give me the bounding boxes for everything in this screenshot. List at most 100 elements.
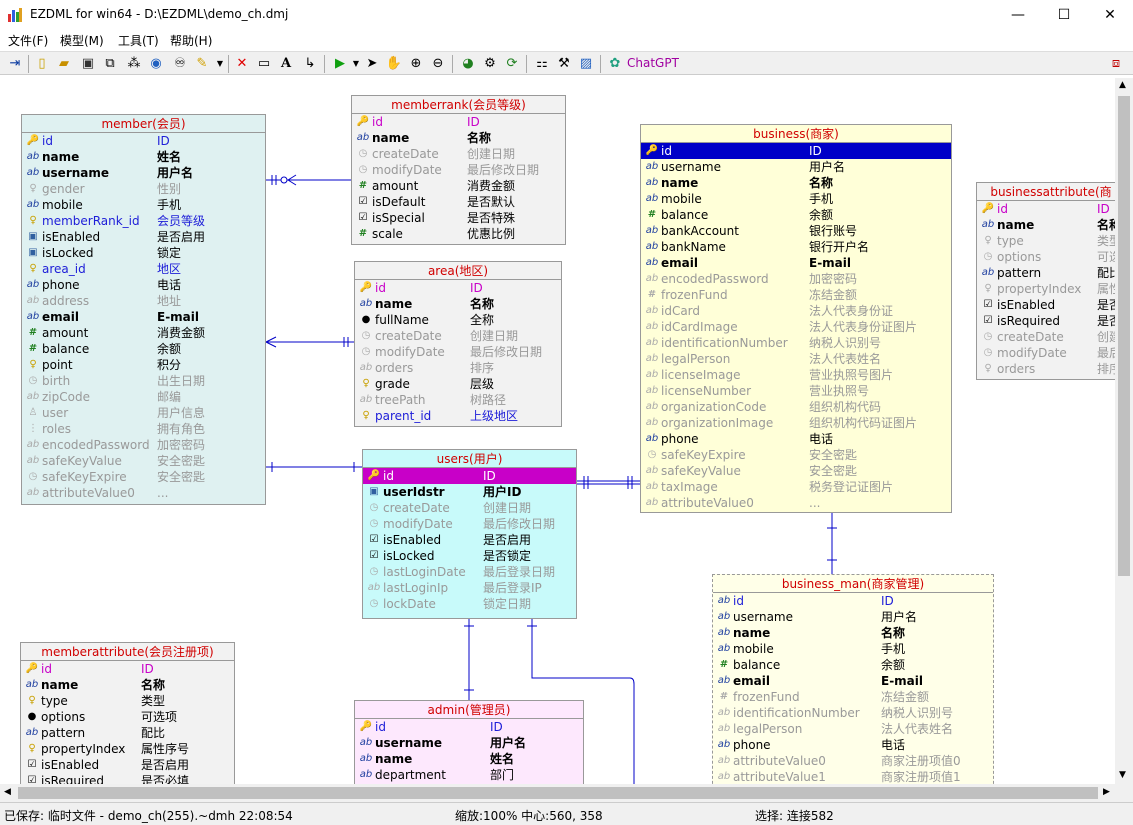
pointer-icon[interactable]: ➤ bbox=[362, 54, 382, 74]
image-icon[interactable]: ▨ bbox=[576, 54, 596, 74]
horizontal-scroll-thumb[interactable] bbox=[18, 787, 1098, 799]
diagram-canvas[interactable]: member(会员) 🔑 id ID ab name 姓名 ab username 用户名 ♀ gen… bbox=[0, 78, 1115, 784]
field-row[interactable]: ◷ options 可选 bbox=[977, 249, 1115, 265]
model-tree-icon[interactable]: ⚏ bbox=[532, 54, 552, 74]
zoom-out-icon[interactable]: ⊖ bbox=[428, 54, 448, 74]
settings-icon[interactable]: ⚒ bbox=[554, 54, 574, 74]
field-row[interactable]: ◷ createDate 创建日期 bbox=[355, 328, 561, 344]
field-row[interactable]: ◷ modifyDate 最后修改日期 bbox=[363, 516, 576, 532]
entity-businessattribute[interactable]: businessattribute(商🔑idIDabname名称♀type类型◷… bbox=[976, 182, 1115, 380]
field-row[interactable]: 🔑 id ID bbox=[21, 661, 234, 677]
field-row[interactable]: ab legalPerson 法人代表姓名 bbox=[641, 351, 951, 367]
field-row[interactable]: ☑ isEnabled 是否启用 bbox=[363, 532, 576, 548]
field-row[interactable]: ab idCardImage 法人代表身份证图片 bbox=[641, 319, 951, 335]
field-row[interactable]: ☑ isEnabled 是否启用 bbox=[21, 757, 234, 773]
field-row[interactable]: ab taxImage 税务登记证图片 bbox=[641, 479, 951, 495]
scroll-left-icon[interactable]: ◀ bbox=[4, 787, 11, 797]
new-file-icon[interactable]: ▯ bbox=[32, 54, 52, 74]
field-row[interactable]: ab username 用户名 bbox=[355, 735, 583, 751]
field-row[interactable]: ◷ modifyDate 最后修改日期 bbox=[352, 162, 565, 178]
menu-model[interactable]: 模型(M) bbox=[60, 32, 104, 49]
field-row[interactable]: # frozenFund 冻结金额 bbox=[641, 287, 951, 303]
field-row[interactable]: ♀ parent_id 上级地区 bbox=[355, 408, 561, 424]
field-row[interactable]: ◷ safeKeyExpire 安全密匙 bbox=[22, 469, 265, 485]
eye-icon[interactable]: ◕ bbox=[458, 54, 478, 74]
text-icon[interactable]: A bbox=[276, 54, 296, 74]
field-row[interactable]: ab id ID bbox=[713, 593, 993, 609]
binoculars-icon[interactable]: ♾ bbox=[170, 54, 190, 74]
scroll-up-icon[interactable]: ▲ bbox=[1119, 80, 1126, 90]
field-row[interactable]: abpattern 配比 bbox=[977, 265, 1115, 281]
field-row[interactable]: ab attributeValue1 商家注册项值1 bbox=[713, 769, 993, 784]
field-row[interactable]: ♀ type 类型 bbox=[21, 693, 234, 709]
field-row[interactable]: ab idCard 法人代表身份证 bbox=[641, 303, 951, 319]
hand-icon[interactable]: ✋ bbox=[384, 54, 404, 74]
field-row[interactable]: ab orders 排序 bbox=[355, 360, 561, 376]
field-row[interactable]: ab legalPerson 法人代表姓名 bbox=[713, 721, 993, 737]
field-row[interactable]: ab treePath 树路径 bbox=[355, 392, 561, 408]
copy-icon[interactable]: ⧉ bbox=[100, 54, 120, 74]
field-row[interactable]: ♀ orders 排序 bbox=[977, 361, 1115, 377]
field-row[interactable]: ☑ isEnabled 是否 bbox=[977, 297, 1115, 313]
field-row[interactable]: ☑ isRequired 是否 bbox=[977, 313, 1115, 329]
entity-admin[interactable]: admin(管理员) 🔑 id ID ab username 用户名 ab name 姓名 ab de… bbox=[354, 700, 584, 784]
field-row[interactable]: ab organizationImage 组织机构代码证图片 bbox=[641, 415, 951, 431]
field-row[interactable]: ♀ grade 层级 bbox=[355, 376, 561, 392]
highlighter-icon[interactable]: ✎ bbox=[192, 54, 212, 74]
entity-memberattribute[interactable]: memberattribute(会员注册项) 🔑 id ID ab name 名称 ♀ type… bbox=[20, 642, 235, 784]
field-row[interactable]: 🔑 id ID bbox=[641, 143, 951, 159]
field-row[interactable]: ab phone 电话 bbox=[713, 737, 993, 753]
field-row[interactable]: ◷ lastLoginDate 最后登录日期 bbox=[363, 564, 576, 580]
entity-users[interactable]: users(用户) 🔑 id ID ▣ userIdstr 用户ID ◷ createDate 创… bbox=[362, 449, 577, 619]
field-row[interactable]: ab name 姓名 bbox=[355, 751, 583, 767]
globe-icon[interactable]: ◉ bbox=[146, 54, 166, 74]
field-row[interactable]: abname 名称 bbox=[355, 296, 561, 312]
field-row[interactable]: ab identificationNumber 纳税人识别号 bbox=[641, 335, 951, 351]
field-row[interactable]: # amount 消费金额 bbox=[352, 178, 565, 194]
zoom-in-icon[interactable]: ⊕ bbox=[406, 54, 426, 74]
scroll-down-icon[interactable]: ▼ bbox=[1119, 770, 1126, 780]
vertical-scroll-thumb[interactable] bbox=[1118, 96, 1130, 576]
field-row[interactable]: ◷ createDate 创建日期 bbox=[363, 500, 576, 516]
field-row[interactable]: ◷ lockDate 锁定日期 bbox=[363, 596, 576, 612]
field-row[interactable]: ab attributeValue0 商家注册项值0 bbox=[713, 753, 993, 769]
field-row[interactable]: ab mobile 手机 bbox=[713, 641, 993, 657]
save-icon[interactable]: ▣ bbox=[78, 54, 98, 74]
field-row[interactable]: ab safeKeyValue 安全密匙 bbox=[641, 463, 951, 479]
field-row[interactable]: ab email E-mail bbox=[641, 255, 951, 271]
field-row[interactable]: 🔑 id ID bbox=[352, 114, 565, 130]
field-row[interactable]: ▣ userIdstr 用户ID bbox=[363, 484, 576, 500]
field-row[interactable]: # scale 优惠比例 bbox=[352, 226, 565, 242]
field-row[interactable]: ab email E-mail bbox=[22, 309, 265, 325]
field-row[interactable]: ♀ area_id 地区 bbox=[22, 261, 265, 277]
open-folder-icon[interactable]: ▰ bbox=[54, 54, 74, 74]
field-row[interactable]: ab attributeValue0... bbox=[641, 495, 951, 511]
field-row[interactable]: ☑ isSpecial 是否特殊 bbox=[352, 210, 565, 226]
refresh-icon[interactable]: ⟳ bbox=[502, 54, 522, 74]
toggle-panel-icon[interactable]: ⇥ bbox=[5, 54, 25, 74]
field-row[interactable]: abpattern 配比 bbox=[21, 725, 234, 741]
field-row[interactable]: ♀ propertyIndex 属性序号 bbox=[21, 741, 234, 757]
field-row[interactable]: ab organizationCode 组织机构代码 bbox=[641, 399, 951, 415]
scroll-right-icon[interactable]: ▶ bbox=[1103, 787, 1110, 797]
close-button[interactable]: ✕ bbox=[1087, 0, 1133, 30]
field-row[interactable]: ab identificationNumber 纳税人识别号 bbox=[713, 705, 993, 721]
field-row[interactable]: ◷ modifyDate 最后 bbox=[977, 345, 1115, 361]
field-row[interactable]: ab bankName 银行开户名 bbox=[641, 239, 951, 255]
field-row[interactable]: ◷ createDate 创建日期 bbox=[352, 146, 565, 162]
vertical-scrollbar[interactable]: ▲ ▼ bbox=[1115, 78, 1133, 784]
field-row[interactable]: ◷ safeKeyExpire 安全密匙 bbox=[641, 447, 951, 463]
field-row[interactable]: ab username 用户名 bbox=[713, 609, 993, 625]
field-row[interactable]: ab username 用户名 bbox=[22, 165, 265, 181]
entity-member[interactable]: member(会员) 🔑 id ID ab name 姓名 ab username 用户名 ♀ gen… bbox=[21, 114, 266, 505]
entity-memberrank[interactable]: memberrank(会员等级) 🔑 id ID ab name 名称 ◷ createDate… bbox=[351, 95, 566, 245]
field-row[interactable]: ☑ isDefault 是否默认 bbox=[352, 194, 565, 210]
menu-help[interactable]: 帮助(H) bbox=[170, 32, 212, 49]
field-row[interactable]: # frozenFund 冻结金额 bbox=[713, 689, 993, 705]
field-row[interactable]: ▣ isEnabled 是否启用 bbox=[22, 229, 265, 245]
field-row[interactable]: abname 名称 bbox=[21, 677, 234, 693]
field-row[interactable]: ● fullName 全称 bbox=[355, 312, 561, 328]
field-row[interactable]: abname 名称 bbox=[713, 625, 993, 641]
field-row[interactable]: 🔑 id ID bbox=[977, 201, 1115, 217]
field-row[interactable]: ab address 地址 bbox=[22, 293, 265, 309]
